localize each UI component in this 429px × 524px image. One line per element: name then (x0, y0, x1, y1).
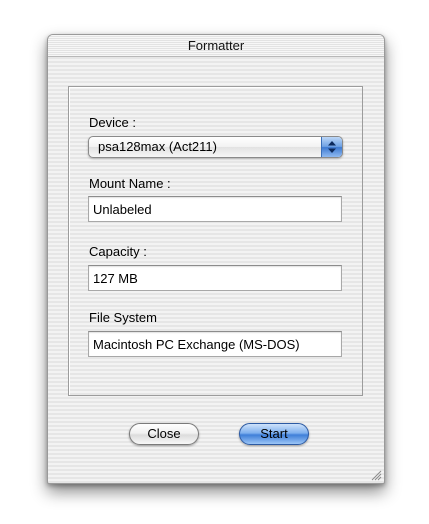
file-system-label: File System (89, 310, 157, 325)
mount-name-label: Mount Name : (89, 176, 171, 191)
resize-grip-icon[interactable] (370, 469, 382, 481)
title-bar[interactable]: Formatter (48, 35, 384, 57)
mount-name-value: Unlabeled (93, 202, 152, 217)
up-down-arrows-icon (321, 137, 342, 157)
file-system-value: Macintosh PC Exchange (MS-DOS) (93, 337, 300, 352)
capacity-label: Capacity : (89, 244, 147, 259)
start-button[interactable]: Start (239, 423, 309, 445)
device-popup-value: psa128max (Act211) (98, 139, 217, 154)
mount-name-field[interactable]: Unlabeled (88, 196, 342, 222)
device-popup[interactable]: psa128max (Act211) (88, 136, 343, 158)
close-button[interactable]: Close (129, 423, 199, 445)
settings-group-box: Device : psa128max (Act211) Mount Name :… (68, 86, 363, 396)
file-system-field: Macintosh PC Exchange (MS-DOS) (88, 331, 342, 357)
formatter-window: Formatter Device : psa128max (Act211) Mo… (47, 34, 385, 484)
window-title: Formatter (187, 38, 245, 53)
device-label: Device : (89, 115, 136, 130)
capacity-field: 127 MB (88, 265, 342, 291)
capacity-value: 127 MB (93, 271, 138, 286)
